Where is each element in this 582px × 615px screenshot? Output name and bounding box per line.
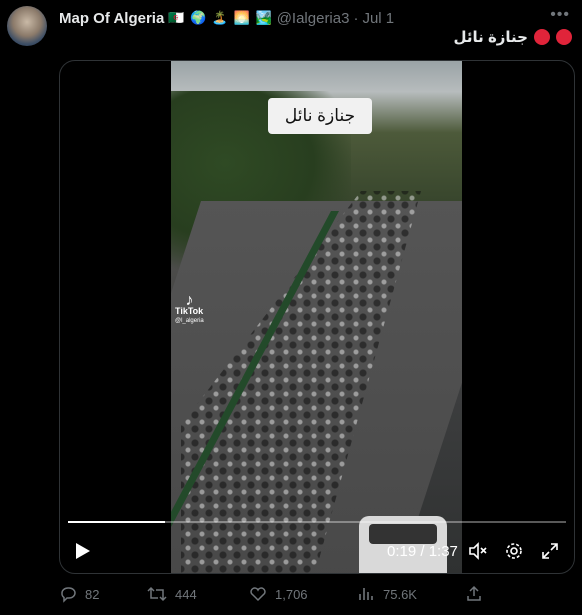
like-button[interactable]: 1,706 [249, 585, 308, 603]
tiktok-label: TikTok [175, 306, 204, 316]
retweet-count: 444 [175, 586, 197, 602]
more-icon[interactable]: ••• [550, 6, 570, 24]
views-icon [357, 585, 375, 603]
tweet-header: Map Of Algeria 🇩🇿 🌍 🏝️ 🌅 🏞️ @Ialgeria3 ·… [59, 8, 542, 28]
video-player[interactable]: جنازة نائل ♪ TikTok @l_algeria 0:19 / 1:… [59, 60, 575, 574]
red-circle-emoji [534, 29, 550, 45]
share-button[interactable] [465, 585, 483, 603]
video-frame[interactable]: جنازة نائل ♪ TikTok @l_algeria [171, 61, 462, 573]
red-circle-emoji [556, 29, 572, 45]
views-count: 75.6K [383, 586, 417, 602]
reply-icon [59, 585, 77, 603]
play-icon[interactable] [74, 541, 92, 561]
share-icon [465, 585, 483, 603]
retweet-button[interactable]: 444 [147, 585, 197, 603]
progress-fill [68, 521, 166, 523]
mute-icon[interactable] [468, 541, 488, 561]
retweet-icon [147, 585, 167, 603]
reply-count: 82 [85, 586, 100, 602]
tweet-text: جنازة نائل [453, 28, 572, 46]
progress-bar[interactable] [68, 521, 566, 523]
fullscreen-icon[interactable] [540, 541, 560, 561]
separator-dot: · [353, 9, 359, 27]
author-handle[interactable]: @Ialgeria3 [277, 10, 350, 27]
like-icon [249, 585, 267, 603]
avatar[interactable] [7, 6, 47, 46]
reply-button[interactable]: 82 [59, 585, 99, 603]
action-bar: 82 444 1,706 75.6K [59, 585, 573, 607]
tiktok-watermark: ♪ TikTok @l_algeria [175, 292, 204, 326]
video-time: 0:19 / 1:37 [387, 543, 458, 560]
tiktok-icon: ♪ [185, 292, 194, 309]
views-button[interactable]: 75.6K [357, 585, 417, 603]
author-emojis: 🇩🇿 🌍 🏝️ 🌅 🏞️ [168, 10, 273, 25]
settings-icon[interactable] [504, 541, 524, 561]
tiktok-user: @l_algeria [175, 318, 204, 324]
tweet-date[interactable]: Jul 1 [362, 10, 394, 27]
video-caption: جنازة نائل [268, 98, 372, 134]
tweet-text-content: جنازة نائل [453, 29, 528, 46]
like-count: 1,706 [275, 586, 308, 602]
author-name[interactable]: Map Of Algeria [59, 10, 164, 27]
